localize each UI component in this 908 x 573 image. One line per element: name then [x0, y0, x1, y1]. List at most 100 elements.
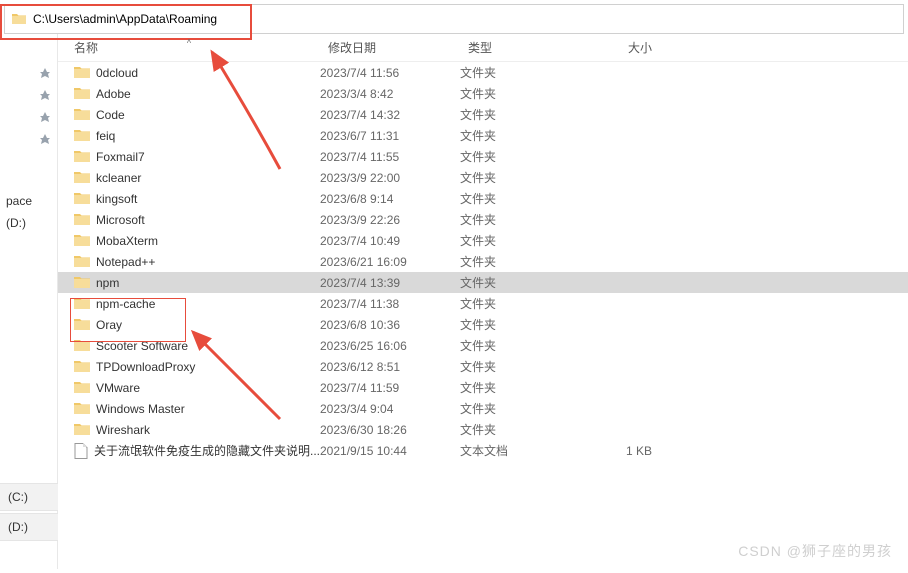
cell-type: 文件夹: [460, 127, 580, 144]
folder-icon: [11, 11, 27, 27]
cell-name: 关于流氓软件免疫生成的隐藏文件夹说明...: [58, 442, 320, 459]
address-bar[interactable]: [4, 4, 904, 34]
sidebar-label[interactable]: pace: [0, 190, 57, 212]
cell-date: 2023/7/4 11:55: [320, 150, 460, 164]
cell-date: 2023/6/25 16:06: [320, 339, 460, 353]
table-row[interactable]: Notepad++ 2023/6/21 16:09文件夹: [58, 251, 908, 272]
cell-date: 2023/7/4 13:39: [320, 276, 460, 290]
item-name: Windows Master: [96, 402, 185, 416]
cell-name: Microsoft: [58, 213, 320, 227]
cell-type: 文件夹: [460, 400, 580, 417]
table-row[interactable]: Foxmail7 2023/7/4 11:55文件夹: [58, 146, 908, 167]
cell-date: 2023/6/12 8:51: [320, 360, 460, 374]
table-row[interactable]: Windows Master2023/3/4 9:04文件夹: [58, 398, 908, 419]
cell-type: 文件夹: [460, 316, 580, 333]
item-name: Foxmail7: [96, 150, 145, 164]
table-row[interactable]: 关于流氓软件免疫生成的隐藏文件夹说明...2021/9/15 10:44文本文档…: [58, 440, 908, 461]
item-name: 0dcloud: [96, 66, 138, 80]
cell-date: 2021/9/15 10:44: [320, 444, 460, 458]
item-name: Wireshark: [96, 423, 150, 437]
cell-type: 文件夹: [460, 106, 580, 123]
table-row[interactable]: Code2023/7/4 14:32文件夹: [58, 104, 908, 125]
watermark: CSDN @狮子座的男孩: [738, 541, 892, 561]
quick-access-pin[interactable]: [0, 84, 57, 106]
cell-date: 2023/6/8 9:14: [320, 192, 460, 206]
table-row[interactable]: TPDownloadProxy 2023/6/12 8:51文件夹: [58, 356, 908, 377]
item-name: MobaXterm: [96, 234, 158, 248]
cell-name: MobaXterm: [58, 234, 320, 248]
cell-type: 文件夹: [460, 232, 580, 249]
table-row[interactable]: Wireshark 2023/6/30 18:26文件夹: [58, 419, 908, 440]
cell-date: 2023/7/4 11:56: [320, 66, 460, 80]
cell-name: TPDownloadProxy: [58, 360, 320, 374]
cell-name: feiq: [58, 129, 320, 143]
cell-name: Code: [58, 108, 320, 122]
cell-date: 2023/6/8 10:36: [320, 318, 460, 332]
cell-type: 文件夹: [460, 253, 580, 270]
sidebar-drive[interactable]: (D:): [0, 513, 58, 541]
cell-type: 文件夹: [460, 358, 580, 375]
table-row[interactable]: kingsoft2023/6/8 9:14文件夹: [58, 188, 908, 209]
item-name: TPDownloadProxy: [96, 360, 195, 374]
cell-type: 文件夹: [460, 295, 580, 312]
table-row[interactable]: Microsoft2023/3/9 22:26文件夹: [58, 209, 908, 230]
cell-name: Scooter Software: [58, 339, 320, 353]
table-row[interactable]: Adobe2023/3/4 8:42文件夹: [58, 83, 908, 104]
cell-type: 文件夹: [460, 337, 580, 354]
table-row[interactable]: npm2023/7/4 13:39文件夹: [58, 272, 908, 293]
item-name: Oray: [96, 318, 122, 332]
table-row[interactable]: Oray 2023/6/8 10:36文件夹: [58, 314, 908, 335]
cell-date: 2023/7/4 11:38: [320, 297, 460, 311]
col-header-name[interactable]: 名称 ˄: [58, 39, 320, 56]
cell-type: 文件夹: [460, 64, 580, 81]
cell-name: Oray: [58, 318, 320, 332]
cell-date: 2023/6/21 16:09: [320, 255, 460, 269]
column-headers: 名称 ˄ 修改日期 类型 大小: [58, 34, 908, 62]
col-header-size[interactable]: 大小: [580, 39, 660, 56]
table-row[interactable]: VMware2023/7/4 11:59文件夹: [58, 377, 908, 398]
cell-name: npm: [58, 276, 320, 290]
sort-arrow-icon: ˄: [187, 37, 192, 46]
cell-type: 文本文档: [460, 442, 580, 459]
address-input[interactable]: [33, 5, 903, 33]
cell-date: 2023/6/30 18:26: [320, 423, 460, 437]
cell-name: Foxmail7: [58, 150, 320, 164]
cell-name: kcleaner: [58, 171, 320, 185]
cell-type: 文件夹: [460, 379, 580, 396]
item-name: npm-cache: [96, 297, 155, 311]
item-name: kcleaner: [96, 171, 141, 185]
quick-access-pin[interactable]: [0, 106, 57, 128]
table-row[interactable]: npm-cache 2023/7/4 11:38文件夹: [58, 293, 908, 314]
cell-type: 文件夹: [460, 274, 580, 291]
cell-type: 文件夹: [460, 421, 580, 438]
cell-type: 文件夹: [460, 211, 580, 228]
col-header-type[interactable]: 类型: [460, 39, 580, 56]
cell-size: 1 KB: [580, 444, 660, 458]
cell-name: Wireshark: [58, 423, 320, 437]
cell-name: VMware: [58, 381, 320, 395]
item-name: Code: [96, 108, 125, 122]
cell-name: Windows Master: [58, 402, 320, 416]
cell-type: 文件夹: [460, 190, 580, 207]
item-name: Microsoft: [96, 213, 145, 227]
table-row[interactable]: MobaXterm2023/7/4 10:49文件夹: [58, 230, 908, 251]
sidebar-label[interactable]: (D:): [0, 212, 57, 234]
cell-date: 2023/3/4 8:42: [320, 87, 460, 101]
cell-name: Adobe: [58, 87, 320, 101]
col-header-date[interactable]: 修改日期: [320, 39, 460, 56]
sidebar-drive[interactable]: (C:): [0, 483, 58, 511]
item-name: Notepad++: [96, 255, 155, 269]
table-row[interactable]: Scooter Software 2023/6/25 16:06文件夹: [58, 335, 908, 356]
quick-access-pin[interactable]: [0, 128, 57, 150]
table-row[interactable]: kcleaner2023/3/9 22:00文件夹: [58, 167, 908, 188]
cell-type: 文件夹: [460, 85, 580, 102]
cell-date: 2023/6/7 11:31: [320, 129, 460, 143]
item-name: Scooter Software: [96, 339, 188, 353]
table-row[interactable]: 0dcloud 2023/7/4 11:56文件夹: [58, 62, 908, 83]
file-list: 名称 ˄ 修改日期 类型 大小 0dcloud2023/7/4 11:56文件夹…: [58, 34, 908, 569]
table-row[interactable]: feiq2023/6/7 11:31文件夹: [58, 125, 908, 146]
cell-name: npm-cache: [58, 297, 320, 311]
cell-type: 文件夹: [460, 148, 580, 165]
quick-access-pin[interactable]: [0, 62, 57, 84]
col-header-label: 名称: [74, 41, 98, 55]
